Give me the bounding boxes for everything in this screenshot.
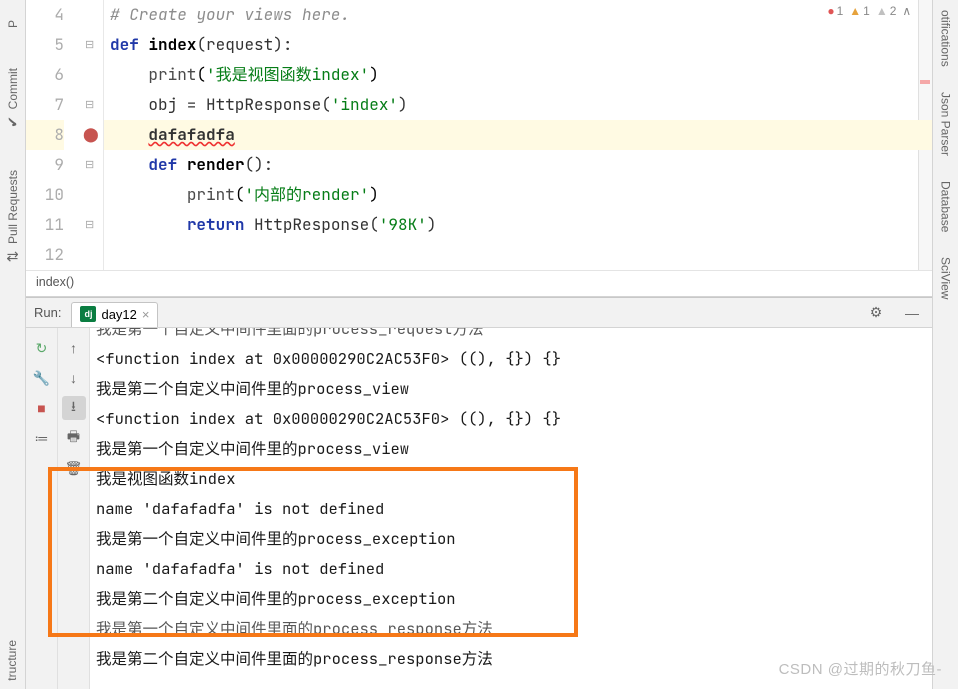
console-line: 我是第二个自定义中间件里的process_exception: [96, 584, 926, 614]
down-icon[interactable]: ↓: [62, 366, 86, 390]
rail-structure[interactable]: tructure: [5, 640, 19, 681]
gear-icon[interactable]: ⚙: [864, 301, 888, 325]
run-tab[interactable]: dj day12 ×: [71, 302, 158, 327]
rerun-icon[interactable]: ↻: [30, 336, 54, 360]
run-toolbar-right: ↑ ↓ ⭳ 🖶 🗑: [58, 328, 90, 689]
print-icon[interactable]: 🖶: [62, 426, 86, 450]
line-numbers: 4 5 6 7 8 9 10 11 12: [26, 0, 82, 270]
console-line: <function index at 0x00000290C2AC53F0> (…: [96, 404, 926, 434]
run-tab-label: day12: [101, 307, 136, 322]
right-tool-rail: otifications Json Parser Database SciVie…: [932, 0, 958, 689]
rail-database[interactable]: Database: [939, 181, 953, 232]
console-line: name 'dafafadfa' is not defined: [96, 494, 926, 524]
up-icon[interactable]: ↑: [62, 336, 86, 360]
close-icon[interactable]: ×: [142, 307, 150, 322]
minimize-icon[interactable]: —: [900, 301, 924, 325]
rail-pull-requests[interactable]: ⇅Pull Requests: [6, 170, 20, 265]
rail-p[interactable]: P: [6, 20, 20, 28]
code-area[interactable]: # Create your views here. def index(requ…: [104, 0, 932, 270]
error-token[interactable]: dafafadfa: [148, 124, 234, 145]
soft-wrap-icon[interactable]: ⭳: [62, 396, 86, 420]
left-tool-rail: P ✔Commit ⇅Pull Requests: [0, 0, 26, 689]
wrench-icon[interactable]: 🔧: [30, 366, 54, 390]
gutter-icons[interactable]: ⊟ ⊟ ⬤ ⊟ ⊟: [82, 0, 104, 270]
console-line: 我是第一个自定义中间件里面的process_response方法: [96, 614, 926, 644]
console-line: 我是第二个自定义中间件里的process_view: [96, 374, 926, 404]
layout-icon[interactable]: ≔: [30, 426, 54, 450]
console-line: <function index at 0x00000290C2AC53F0> (…: [96, 344, 926, 374]
console-line: name 'dafafadfa' is not defined: [96, 554, 926, 584]
run-tool-window: Run: dj day12 × ⚙ — ↻ 🔧 ■ ≔: [26, 297, 932, 689]
console-line: 我是视图函数index: [96, 464, 926, 494]
editor[interactable]: ●1 ▲1 ▲2 ∧ ∨ 4 5 6 7 8 9 10: [26, 0, 932, 297]
run-toolbar-left: ↻ 🔧 ■ ≔: [26, 328, 58, 689]
console-line: 我是第一个自定义中间件里面的process_request方法: [96, 328, 926, 344]
console-output[interactable]: 我是第一个自定义中间件里面的process_request方法 <functio…: [90, 328, 932, 689]
rail-notifications[interactable]: otifications: [939, 10, 953, 67]
rail-json-parser[interactable]: Json Parser: [939, 92, 953, 156]
run-label: Run:: [34, 305, 61, 320]
trash-icon[interactable]: 🗑: [62, 456, 86, 480]
stop-icon[interactable]: ■: [30, 396, 54, 420]
console-line: 我是第二个自定义中间件里面的process_response方法: [96, 644, 926, 674]
rail-commit[interactable]: ✔Commit: [6, 68, 20, 130]
django-icon: dj: [80, 306, 96, 322]
console-line: 我是第一个自定义中间件里的process_exception: [96, 524, 926, 554]
rail-sciview[interactable]: SciView: [939, 257, 953, 299]
breadcrumb[interactable]: index(): [26, 270, 932, 296]
console-line: 我是第一个自定义中间件里的process_view: [96, 434, 926, 464]
bulb-icon[interactable]: ⬤: [83, 126, 99, 144]
